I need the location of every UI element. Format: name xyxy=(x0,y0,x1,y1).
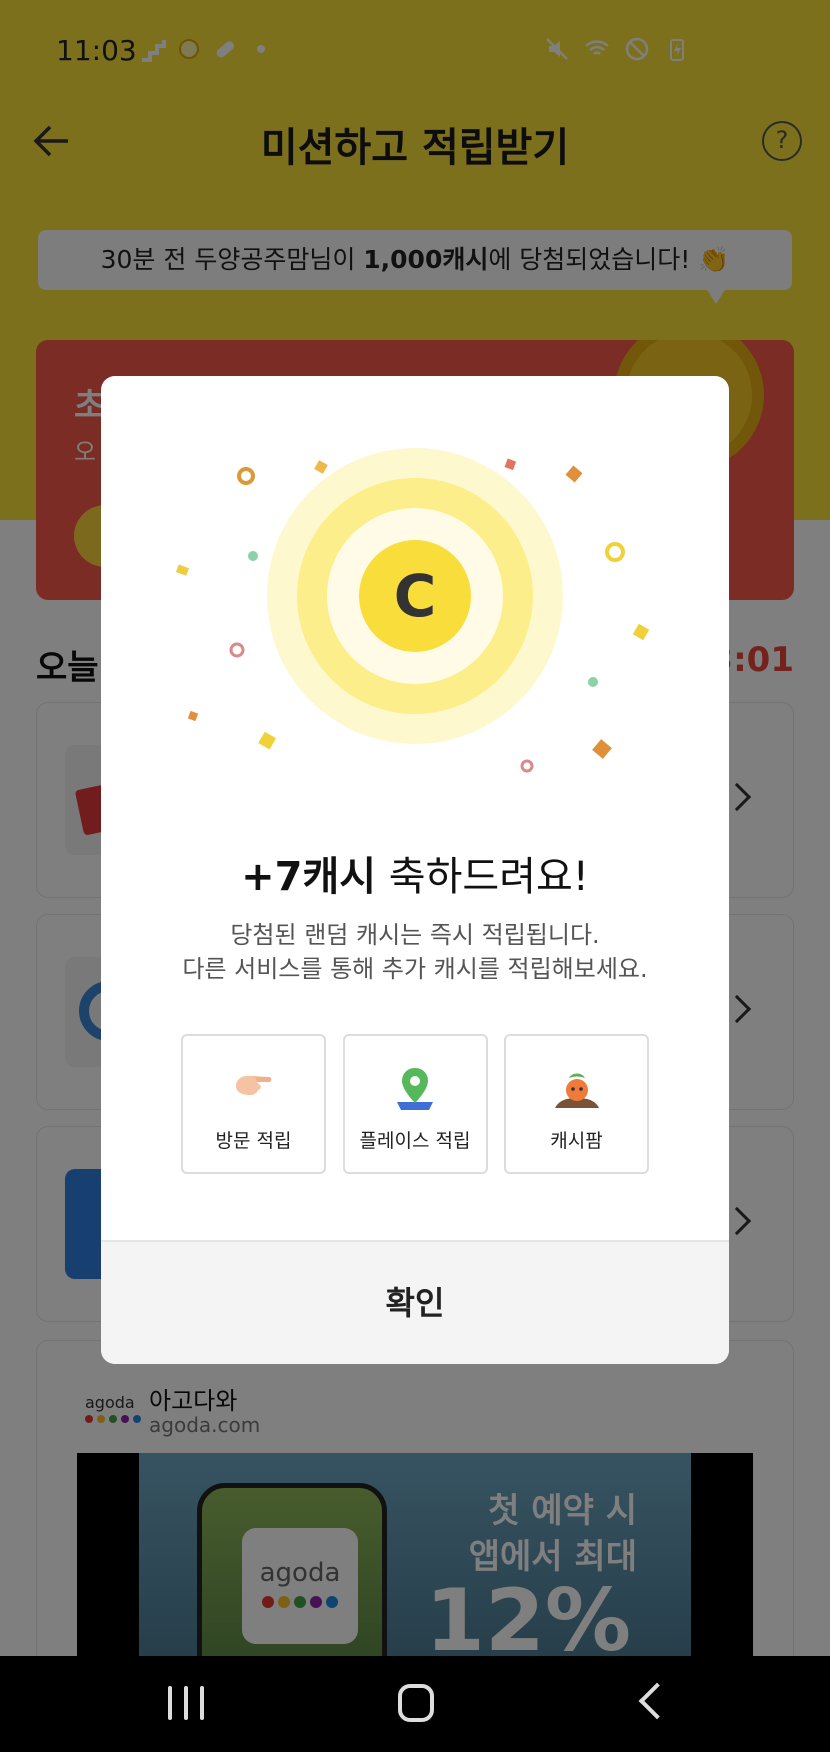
confetti xyxy=(237,467,255,485)
confetti-burst-illustration: C xyxy=(175,448,650,773)
confetti xyxy=(175,564,190,576)
reward-dialog: C +7캐시 축하드려요! 당첨된 랜덤 캐시는 즉시 적립됩니다. 다른 서비… xyxy=(101,376,729,1364)
service-label: 플레이스 적립 xyxy=(359,1130,471,1152)
service-options: 방문 적립 플레이스 적립 캐시팜 xyxy=(181,1034,649,1174)
place-reward-button[interactable]: 플레이스 적립 xyxy=(342,1034,488,1174)
home-icon[interactable] xyxy=(398,1684,434,1722)
confetti xyxy=(632,623,650,641)
reward-heading: +7캐시 축하드려요! xyxy=(101,844,729,902)
visit-reward-button[interactable]: 방문 적립 xyxy=(181,1034,326,1174)
confetti xyxy=(605,542,625,562)
description-line: 당첨된 랜덤 캐시는 즉시 적립됩니다. xyxy=(230,921,600,949)
confetti xyxy=(565,465,583,483)
confetti xyxy=(248,551,258,561)
reward-description: 당첨된 랜덤 캐시는 즉시 적립됩니다. 다른 서비스를 통해 추가 캐시를 적… xyxy=(101,918,729,986)
confetti xyxy=(504,458,517,471)
reward-congrats: 축하드려요! xyxy=(376,854,589,900)
service-label: 캐시팜 xyxy=(550,1130,603,1152)
system-nav-bar xyxy=(0,1656,830,1752)
service-label: 방문 적립 xyxy=(215,1130,292,1152)
confetti xyxy=(258,731,277,750)
confetti xyxy=(592,739,612,759)
confetti xyxy=(187,710,199,722)
confirm-button[interactable]: 확인 xyxy=(101,1242,729,1364)
carrot-icon xyxy=(554,1073,599,1108)
recent-apps-icon[interactable] xyxy=(168,1686,204,1722)
confetti xyxy=(520,759,534,773)
back-icon[interactable] xyxy=(638,1682,676,1720)
confetti xyxy=(588,677,598,687)
description-line: 다른 서비스를 통해 추가 캐시를 적립해보세요. xyxy=(182,955,648,983)
pointing-hand-icon xyxy=(235,1076,271,1095)
confetti xyxy=(229,642,245,658)
confetti xyxy=(314,460,328,474)
cash-farm-button[interactable]: 캐시팜 xyxy=(504,1034,649,1174)
map-pin-icon xyxy=(397,1068,433,1110)
coin-letter: C xyxy=(394,562,437,630)
reward-amount: +7캐시 xyxy=(241,854,377,900)
